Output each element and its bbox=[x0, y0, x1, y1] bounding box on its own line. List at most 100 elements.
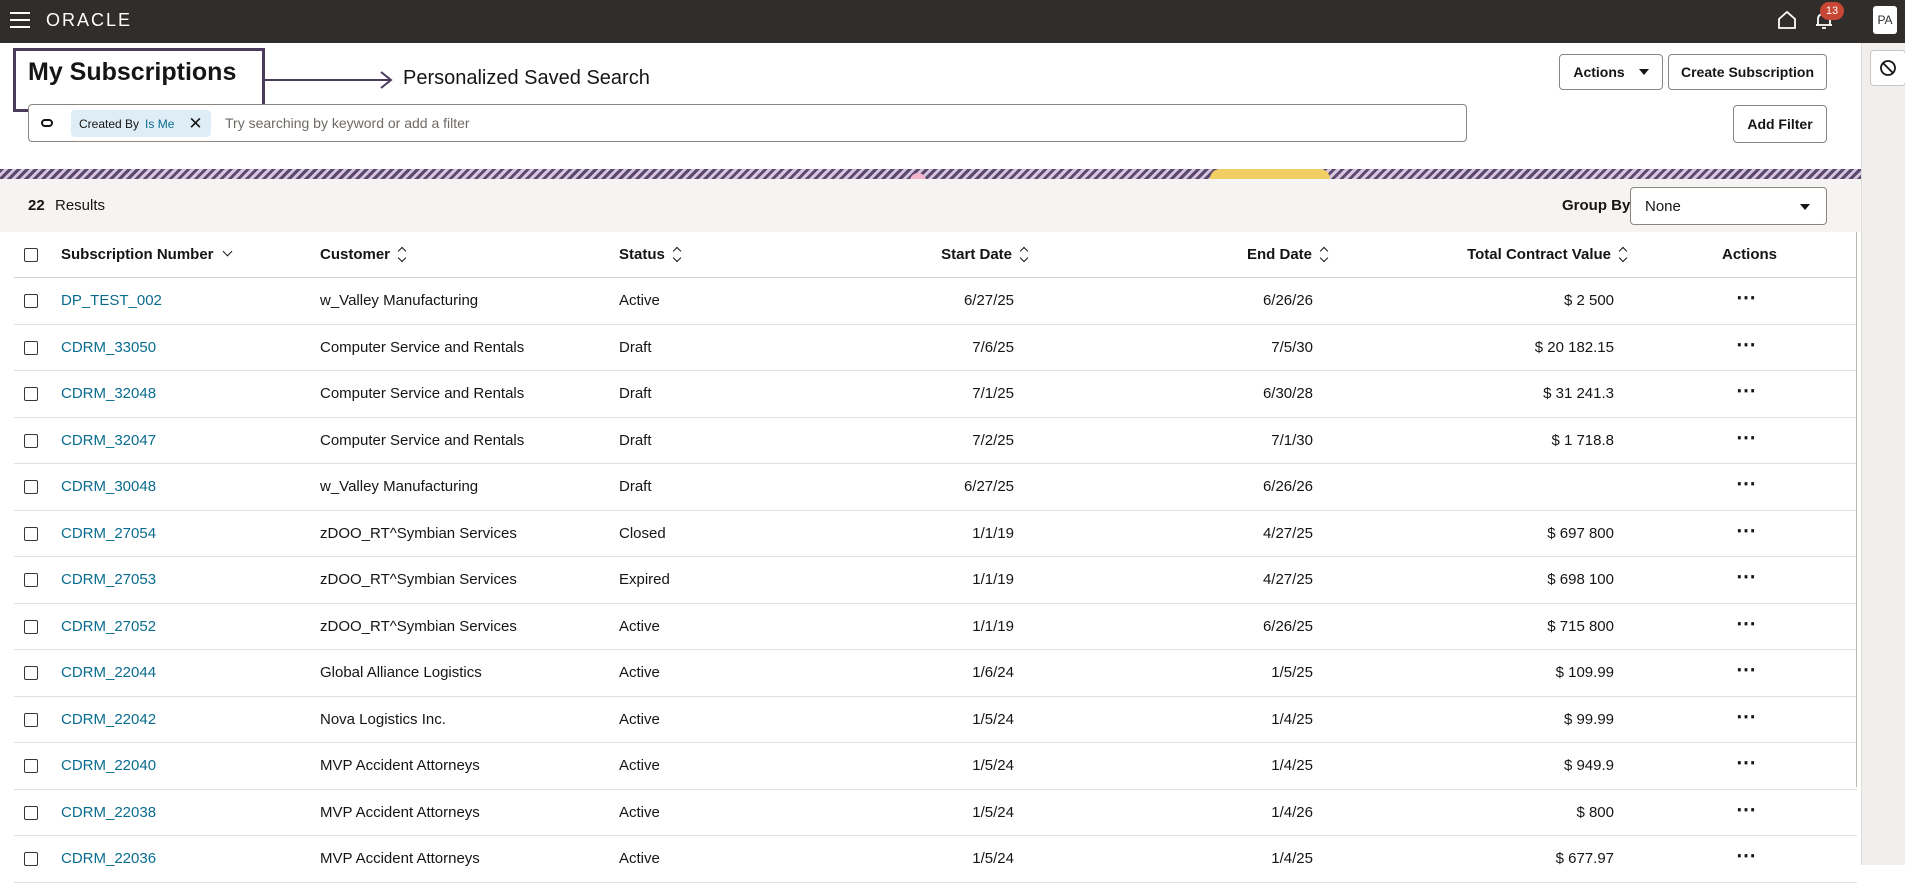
end-date-cell: 6/26/26 bbox=[1262, 478, 1313, 495]
more-actions-icon[interactable]: ⋯ bbox=[1736, 753, 1757, 773]
table-header: Subscription Number Customer Status Star… bbox=[14, 232, 1857, 278]
more-actions-icon[interactable]: ⋯ bbox=[1736, 381, 1757, 401]
more-actions-icon[interactable]: ⋯ bbox=[1736, 521, 1757, 541]
subscription-number-link[interactable]: CDRM_22038 bbox=[61, 804, 156, 821]
start-date-cell: 1/5/24 bbox=[972, 803, 1014, 821]
group-by-value: None bbox=[1645, 198, 1681, 215]
status-cell: Active bbox=[619, 803, 660, 821]
more-actions-icon[interactable]: ⋯ bbox=[1736, 800, 1757, 820]
row-checkbox[interactable] bbox=[24, 619, 38, 634]
row-checkbox[interactable] bbox=[24, 294, 38, 308]
filter-chip-key: Created By bbox=[79, 116, 140, 131]
select-all-checkbox[interactable] bbox=[24, 248, 38, 262]
table-row[interactable]: CDRM_22044 Global Alliance Logistics Activ… bbox=[14, 650, 1857, 697]
more-actions-icon[interactable]: ⋯ bbox=[1736, 288, 1757, 308]
end-date-cell: 6/26/26 bbox=[1262, 292, 1313, 309]
status-cell: Active bbox=[619, 710, 660, 728]
column-header-start-date[interactable]: Start Date bbox=[941, 246, 1030, 263]
hamburger-icon[interactable] bbox=[10, 12, 30, 28]
end-date-cell: 1/4/25 bbox=[1271, 850, 1313, 867]
group-by-select[interactable]: None bbox=[1630, 187, 1827, 225]
start-date-cell: 7/2/25 bbox=[972, 431, 1014, 449]
table-row[interactable]: CDRM_22042 Nova Logistics Inc. Active 1/5/2… bbox=[14, 697, 1857, 743]
table-row[interactable]: CDRM_27053 zDOO_RT^Symbian Services Expire… bbox=[14, 557, 1857, 604]
search-bar[interactable]: Created By Is Me ✕ Try searching by keyw… bbox=[28, 104, 1467, 142]
column-header-total-contract-value[interactable]: Total Contract Value bbox=[1467, 246, 1629, 263]
more-actions-icon[interactable]: ⋯ bbox=[1736, 428, 1757, 448]
more-actions-icon[interactable]: ⋯ bbox=[1736, 474, 1757, 494]
sort-icon bbox=[398, 248, 408, 262]
home-icon[interactable] bbox=[1775, 8, 1799, 32]
filter-chip-value: Is Me bbox=[145, 116, 175, 131]
end-date-cell: 7/5/30 bbox=[1271, 338, 1313, 356]
add-filter-button[interactable]: Add Filter bbox=[1733, 105, 1827, 143]
subscription-number-link[interactable]: CDRM_32047 bbox=[61, 432, 156, 449]
status-cell: Draft bbox=[619, 385, 652, 402]
column-header-label: Start Date bbox=[941, 246, 1012, 263]
row-checkbox[interactable] bbox=[24, 852, 38, 866]
sort-icon bbox=[1020, 248, 1030, 262]
filter-toggle-icon[interactable] bbox=[41, 119, 53, 127]
customer-cell: zDOO_RT^Symbian Services bbox=[320, 524, 517, 542]
subscription-number-link[interactable]: CDRM_22044 bbox=[61, 664, 156, 681]
rail-button[interactable] bbox=[1870, 50, 1905, 86]
table-row[interactable]: CDRM_22040 MVP Accident Attorneys Active 1/… bbox=[14, 743, 1857, 790]
decorative-banner bbox=[0, 169, 1861, 179]
subscription-number-link[interactable]: CDRM_32048 bbox=[61, 385, 156, 402]
table-row[interactable]: DP_TEST_002 w_Valley Manufacturing Active 6… bbox=[14, 278, 1857, 325]
status-cell: Draft bbox=[619, 338, 652, 356]
subscription-number-link[interactable]: DP_TEST_002 bbox=[61, 292, 162, 309]
subscription-number-link[interactable]: CDRM_30048 bbox=[61, 478, 156, 495]
start-date-cell: 1/6/24 bbox=[972, 664, 1014, 681]
table-row[interactable]: CDRM_30048 w_Valley Manufacturing Draft 6/2… bbox=[14, 464, 1857, 511]
row-checkbox[interactable] bbox=[24, 480, 38, 494]
column-header-customer[interactable]: Customer bbox=[320, 246, 408, 263]
row-checkbox[interactable] bbox=[24, 340, 38, 355]
subscription-number-link[interactable]: CDRM_27052 bbox=[61, 618, 156, 635]
total-contract-value-cell: $ 949.9 bbox=[1563, 757, 1614, 774]
subscription-number-link[interactable]: CDRM_27054 bbox=[61, 525, 156, 542]
close-icon[interactable]: ✕ bbox=[188, 115, 202, 132]
row-checkbox[interactable] bbox=[24, 526, 38, 541]
chevron-down-icon bbox=[1638, 69, 1649, 75]
column-header-end-date[interactable]: End Date bbox=[1247, 246, 1330, 263]
more-actions-icon[interactable]: ⋯ bbox=[1736, 660, 1757, 680]
more-actions-icon[interactable]: ⋯ bbox=[1736, 614, 1757, 634]
status-cell: Expired bbox=[619, 571, 670, 588]
table-row[interactable]: CDRM_27052 zDOO_RT^Symbian Services Active… bbox=[14, 604, 1857, 650]
more-actions-icon[interactable]: ⋯ bbox=[1736, 846, 1757, 866]
more-actions-icon[interactable]: ⋯ bbox=[1736, 707, 1757, 727]
create-subscription-button[interactable]: Create Subscription bbox=[1668, 54, 1827, 90]
subscription-number-link[interactable]: CDRM_33050 bbox=[61, 339, 156, 356]
table-row[interactable]: CDRM_27054 zDOO_RT^Symbian Services Closed… bbox=[14, 511, 1857, 557]
more-actions-icon[interactable]: ⋯ bbox=[1736, 567, 1757, 587]
customer-cell: Global Alliance Logistics bbox=[320, 664, 482, 681]
subscription-number-link[interactable]: CDRM_22040 bbox=[61, 757, 156, 774]
table-row[interactable]: CDRM_32047 Computer Service and Rentals Dr… bbox=[14, 418, 1857, 464]
avatar[interactable]: PA bbox=[1873, 6, 1897, 34]
subscription-number-link[interactable]: CDRM_27053 bbox=[61, 571, 156, 588]
table-row[interactable]: CDRM_22036 MVP Accident Attorneys Active 1/… bbox=[14, 836, 1857, 883]
row-checkbox[interactable] bbox=[24, 759, 38, 773]
subscription-number-link[interactable]: CDRM_22036 bbox=[61, 850, 156, 867]
table-row[interactable]: CDRM_33050 Computer Service and Rentals Dr… bbox=[14, 325, 1857, 371]
total-contract-value-cell: $ 800 bbox=[1576, 803, 1614, 821]
table-row[interactable]: CDRM_22038 MVP Accident Attorneys Active 1/… bbox=[14, 790, 1857, 836]
actions-button[interactable]: Actions bbox=[1559, 54, 1663, 90]
more-actions-icon[interactable]: ⋯ bbox=[1736, 335, 1757, 355]
column-header-number[interactable]: Subscription Number bbox=[61, 246, 232, 263]
row-checkbox[interactable] bbox=[24, 712, 38, 727]
column-header-label: Total Contract Value bbox=[1467, 246, 1611, 263]
row-checkbox[interactable] bbox=[24, 805, 38, 820]
search-input[interactable]: Try searching by keyword or add a filter bbox=[225, 115, 470, 131]
scrollbar[interactable] bbox=[1856, 232, 1857, 787]
column-header-status[interactable]: Status bbox=[619, 246, 683, 263]
row-checkbox[interactable] bbox=[24, 573, 38, 587]
notification-badge: 13 bbox=[1820, 2, 1844, 20]
table-row[interactable]: CDRM_32048 Computer Service and Rentals Dr… bbox=[14, 371, 1857, 418]
row-checkbox[interactable] bbox=[24, 666, 38, 680]
row-checkbox[interactable] bbox=[24, 387, 38, 401]
row-checkbox[interactable] bbox=[24, 433, 38, 448]
filter-chip[interactable]: Created By Is Me ✕ bbox=[71, 110, 211, 137]
subscription-number-link[interactable]: CDRM_22042 bbox=[61, 711, 156, 728]
